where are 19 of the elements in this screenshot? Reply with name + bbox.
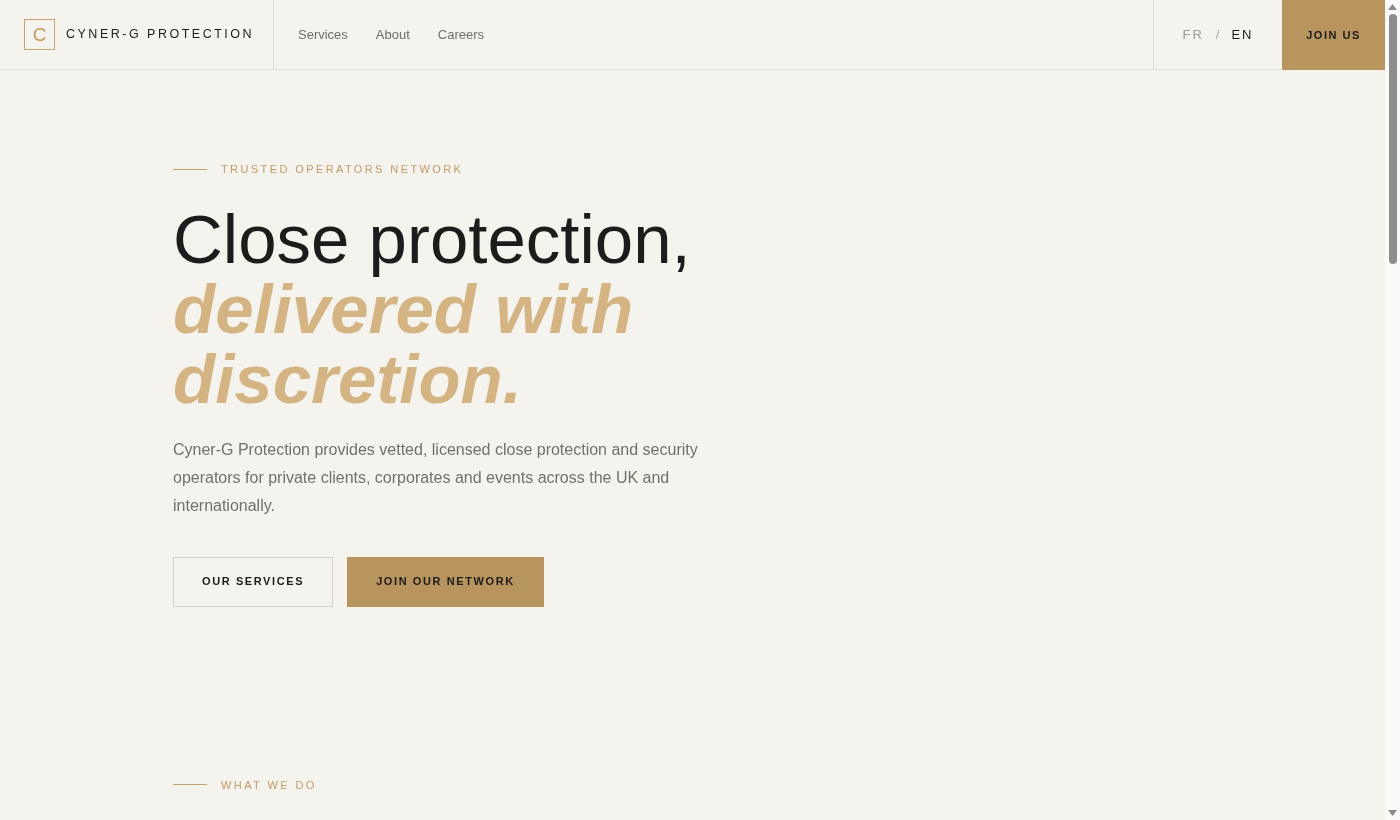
language-separator: / — [1215, 25, 1220, 44]
nav-link[interactable]: About — [375, 24, 410, 45]
join-button[interactable]: JOIN US — [1282, 0, 1385, 70]
scrollbar-thumb[interactable] — [1388, 14, 1397, 264]
join-network-button[interactable]: JOIN OUR NETWORK — [347, 556, 544, 607]
section-eyebrow: WHAT WE DO — [221, 777, 317, 793]
eyebrow-text: TRUSTED OPERATORS NETWORK — [221, 162, 464, 177]
hero-heading: Close protection, delivered with discretion. — [173, 204, 692, 415]
hero-description: Cyner-G Protection provides vetted, licensed close protection and security operators for private clients, corporates and events across the UK and internationally. — [173, 439, 699, 516]
accent-rule — [173, 168, 207, 170]
brand-name[interactable]: CYNER-G PROTECTION — [66, 25, 255, 44]
scrollbar[interactable] — [1385, 0, 1400, 820]
services-button[interactable]: OUR SERVICES — [173, 556, 334, 607]
nav-link[interactable]: Careers — [437, 24, 485, 45]
scroll-up-icon[interactable] — [1388, 4, 1397, 10]
accent-rule — [173, 784, 207, 786]
nav-link[interactable]: Services — [298, 24, 348, 45]
language-link[interactable]: EN — [1231, 24, 1254, 45]
scroll-down-icon[interactable] — [1388, 810, 1397, 816]
